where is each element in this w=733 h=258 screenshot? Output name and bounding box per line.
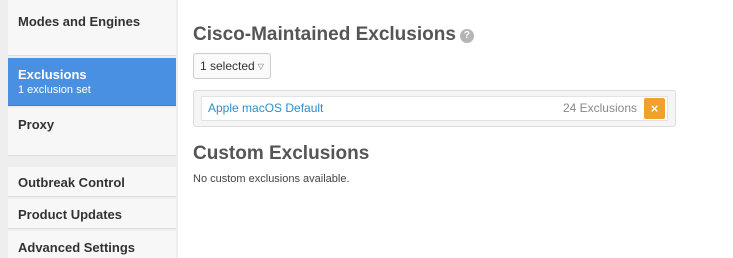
sidebar-item-label: Outbreak Control	[18, 175, 125, 190]
sidebar-item-advanced-settings[interactable]: Advanced Settings	[8, 231, 176, 258]
sidebar-item-label: Advanced Settings	[18, 240, 136, 255]
chevron-down-icon: ▽	[257, 62, 264, 71]
sidebar-item-modes-and-engines[interactable]: Modes and Engines	[8, 0, 176, 56]
exclusion-set-link[interactable]: Apple macOS Default	[208, 101, 323, 115]
sidebar-item-sublabel: 1 exclusion set	[18, 84, 91, 96]
close-icon[interactable]: ×	[644, 98, 665, 119]
sidebar-item-proxy[interactable]: Proxy	[8, 108, 176, 156]
exclusion-row: Apple macOS Default 24 Exclusions ×	[201, 96, 668, 121]
exclusion-set-dropdown[interactable]: 1 selected ▽	[193, 53, 271, 79]
sidebar-item-outbreak-control[interactable]: Outbreak Control	[8, 167, 176, 197]
dropdown-label: 1 selected	[200, 59, 255, 73]
sidebar: Modes and Engines Exclusions 1 exclusion…	[0, 0, 178, 258]
sidebar-item-label: Modes and Engines	[18, 14, 141, 29]
custom-exclusions-empty-message: No custom exclusions available.	[193, 173, 350, 185]
selected-exclusions-panel: Apple macOS Default 24 Exclusions ×	[193, 90, 676, 127]
sidebar-item-label: Product Updates	[18, 207, 123, 222]
cisco-exclusions-title: Cisco-Maintained Exclusions	[193, 24, 456, 45]
cisco-exclusions-heading: Cisco-Maintained Exclusions?	[193, 24, 474, 46]
question-circle-icon[interactable]: ?	[459, 29, 474, 43]
sidebar-item-label: Proxy	[18, 117, 55, 132]
sidebar-item-exclusions[interactable]: Exclusions 1 exclusion set	[8, 58, 176, 106]
sidebar-item-product-updates[interactable]: Product Updates	[8, 199, 176, 229]
exclusion-count: 24 Exclusions	[562, 101, 637, 115]
sidebar-item-label: Exclusions	[18, 67, 87, 82]
main-content: Cisco-Maintained Exclusions? 1 selected ▽…	[178, 0, 733, 258]
custom-exclusions-title: Custom Exclusions	[193, 143, 370, 164]
